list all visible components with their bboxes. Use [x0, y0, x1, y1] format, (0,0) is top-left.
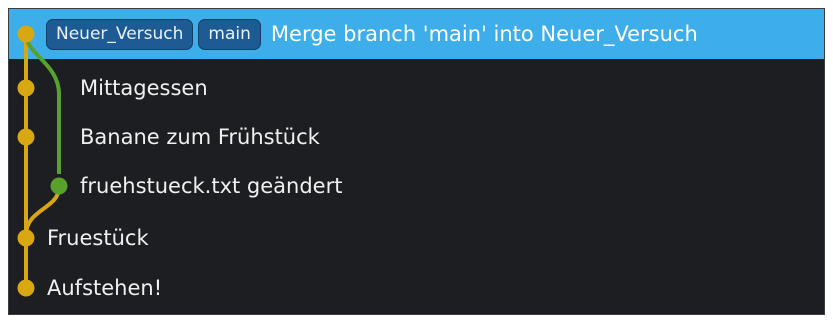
commit-row-mittagessen[interactable]: Mittagessen: [9, 63, 824, 113]
commit-row-fruestueck[interactable]: Fruestück: [9, 213, 824, 263]
commit-message: fruehstueck.txt geändert: [80, 174, 343, 198]
commit-message: Mittagessen: [80, 76, 208, 100]
commit-message: Aufstehen!: [47, 276, 163, 300]
commit-message: Banane zum Frühstück: [80, 125, 320, 149]
commit-row-merge[interactable]: Neuer_Versuch main Merge branch 'main' i…: [9, 9, 824, 59]
ref-badge-main[interactable]: main: [198, 18, 261, 50]
commit-history-panel: Neuer_Versuch main Merge branch 'main' i…: [8, 8, 825, 315]
ref-badges: Neuer_Versuch main: [46, 18, 261, 50]
commit-message: Merge branch 'main' into Neuer_Versuch: [270, 22, 698, 46]
commit-row-fruehstueck-txt[interactable]: fruehstueck.txt geändert: [9, 161, 824, 211]
commit-row-aufstehen[interactable]: Aufstehen!: [9, 263, 824, 313]
commit-message: Fruestück: [47, 226, 149, 250]
commit-row-banane[interactable]: Banane zum Frühstück: [9, 112, 824, 162]
ref-badge-neuer-versuch[interactable]: Neuer_Versuch: [46, 18, 194, 50]
